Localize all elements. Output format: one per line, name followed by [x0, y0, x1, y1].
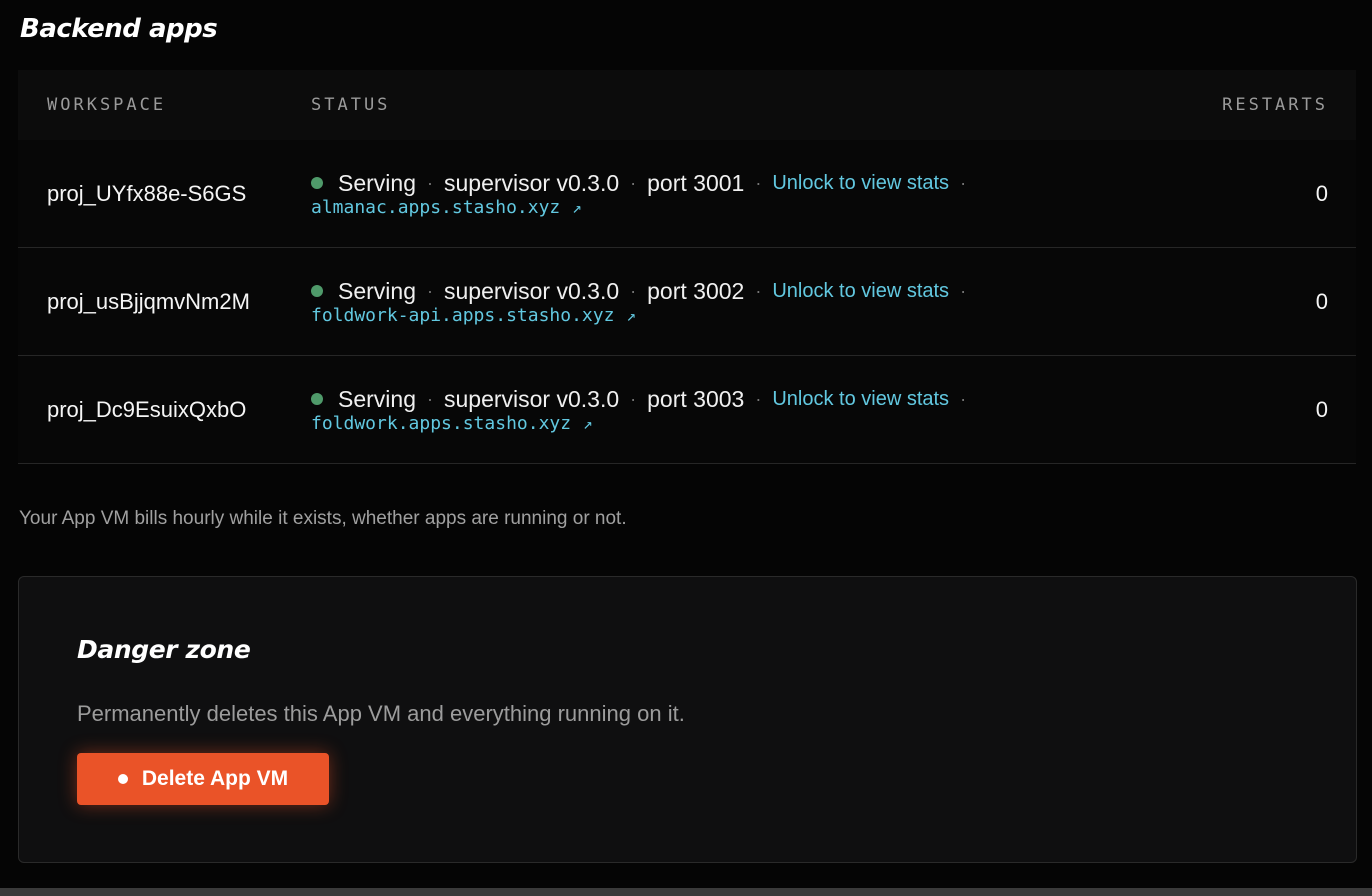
restarts-count: 0 [1315, 396, 1328, 422]
workspace-id: proj_usBjjqmvNm2M [47, 288, 250, 314]
external-link-icon: ↗ [583, 413, 593, 433]
app-url: foldwork-api.apps.stasho.xyz [311, 304, 615, 326]
delete-app-vm-button[interactable]: Delete App VM [77, 753, 329, 805]
separator: · [426, 388, 433, 409]
restarts-count: 0 [1315, 180, 1328, 206]
separator: · [755, 388, 762, 409]
backend-apps-table: WORKSPACE STATUS RESTARTS proj_UYfx88e-S… [18, 70, 1356, 464]
supervisor-version: supervisor v0.3.0 [443, 169, 620, 196]
status-text: Serving [338, 169, 416, 196]
table-row: proj_UYfx88e-S6GS Serving · supervisor v… [18, 140, 1356, 248]
separator: · [755, 280, 762, 301]
delete-button-label: Delete App VM [141, 767, 289, 790]
status-cell: Serving · supervisor v0.3.0 · port 3001 … [311, 170, 1156, 218]
billing-note: Your App VM bills hourly while it exists… [19, 508, 627, 529]
danger-zone-description: Permanently deletes this App VM and ever… [77, 701, 685, 726]
bottom-scrollbar[interactable] [0, 888, 1372, 896]
column-header-workspace: WORKSPACE [47, 95, 167, 115]
separator: · [630, 280, 637, 301]
workspace-id: proj_Dc9EsuixQxbO [47, 396, 247, 422]
app-url: foldwork.apps.stasho.xyz [311, 412, 572, 434]
separator: · [960, 172, 967, 193]
workspace-id: proj_UYfx88e-S6GS [47, 180, 247, 206]
table-row: proj_usBjjqmvNm2M Serving · supervisor v… [18, 248, 1356, 356]
separator: · [960, 388, 967, 409]
app-url-link[interactable]: almanac.apps.stasho.xyz ↗ [311, 197, 582, 218]
danger-zone-panel: Danger zone Permanently deletes this App… [18, 576, 1357, 863]
table-header: WORKSPACE STATUS RESTARTS [18, 70, 1356, 140]
app-url-link[interactable]: foldwork-api.apps.stasho.xyz ↗ [311, 305, 636, 326]
status-dot-icon [311, 177, 323, 189]
supervisor-version: supervisor v0.3.0 [443, 385, 620, 412]
unlock-stats-link[interactable]: Unlock to view stats [772, 172, 949, 195]
column-header-restarts: RESTARTS [1222, 95, 1328, 115]
page: Backend apps WORKSPACE STATUS RESTARTS p… [0, 0, 1372, 896]
app-url: almanac.apps.stasho.xyz [311, 196, 561, 218]
supervisor-version: supervisor v0.3.0 [443, 277, 620, 304]
status-dot-icon [311, 285, 323, 297]
port-label: port 3003 [647, 385, 745, 412]
danger-zone-title: Danger zone [77, 635, 251, 664]
table-row: proj_Dc9EsuixQxbO Serving · supervisor v… [18, 356, 1356, 464]
port-label: port 3002 [647, 277, 745, 304]
restarts-count: 0 [1315, 288, 1328, 314]
external-link-icon: ↗ [572, 197, 582, 217]
separator: · [960, 280, 967, 301]
separator: · [630, 388, 637, 409]
unlock-stats-link[interactable]: Unlock to view stats [772, 388, 949, 411]
status-dot-icon [311, 393, 323, 405]
unlock-stats-link[interactable]: Unlock to view stats [772, 280, 949, 303]
status-text: Serving [338, 277, 416, 304]
status-cell: Serving · supervisor v0.3.0 · port 3003 … [311, 386, 1156, 434]
status-cell: Serving · supervisor v0.3.0 · port 3002 … [311, 278, 1156, 326]
column-header-status: STATUS [311, 95, 391, 115]
separator: · [426, 280, 433, 301]
dot-icon [117, 774, 128, 784]
external-link-icon: ↗ [626, 305, 637, 325]
section-title: Backend apps [20, 14, 218, 44]
separator: · [755, 172, 762, 193]
port-label: port 3001 [647, 169, 745, 196]
status-text: Serving [338, 385, 416, 412]
separator: · [630, 172, 637, 193]
app-url-link[interactable]: foldwork.apps.stasho.xyz ↗ [311, 413, 593, 434]
separator: · [426, 172, 433, 193]
